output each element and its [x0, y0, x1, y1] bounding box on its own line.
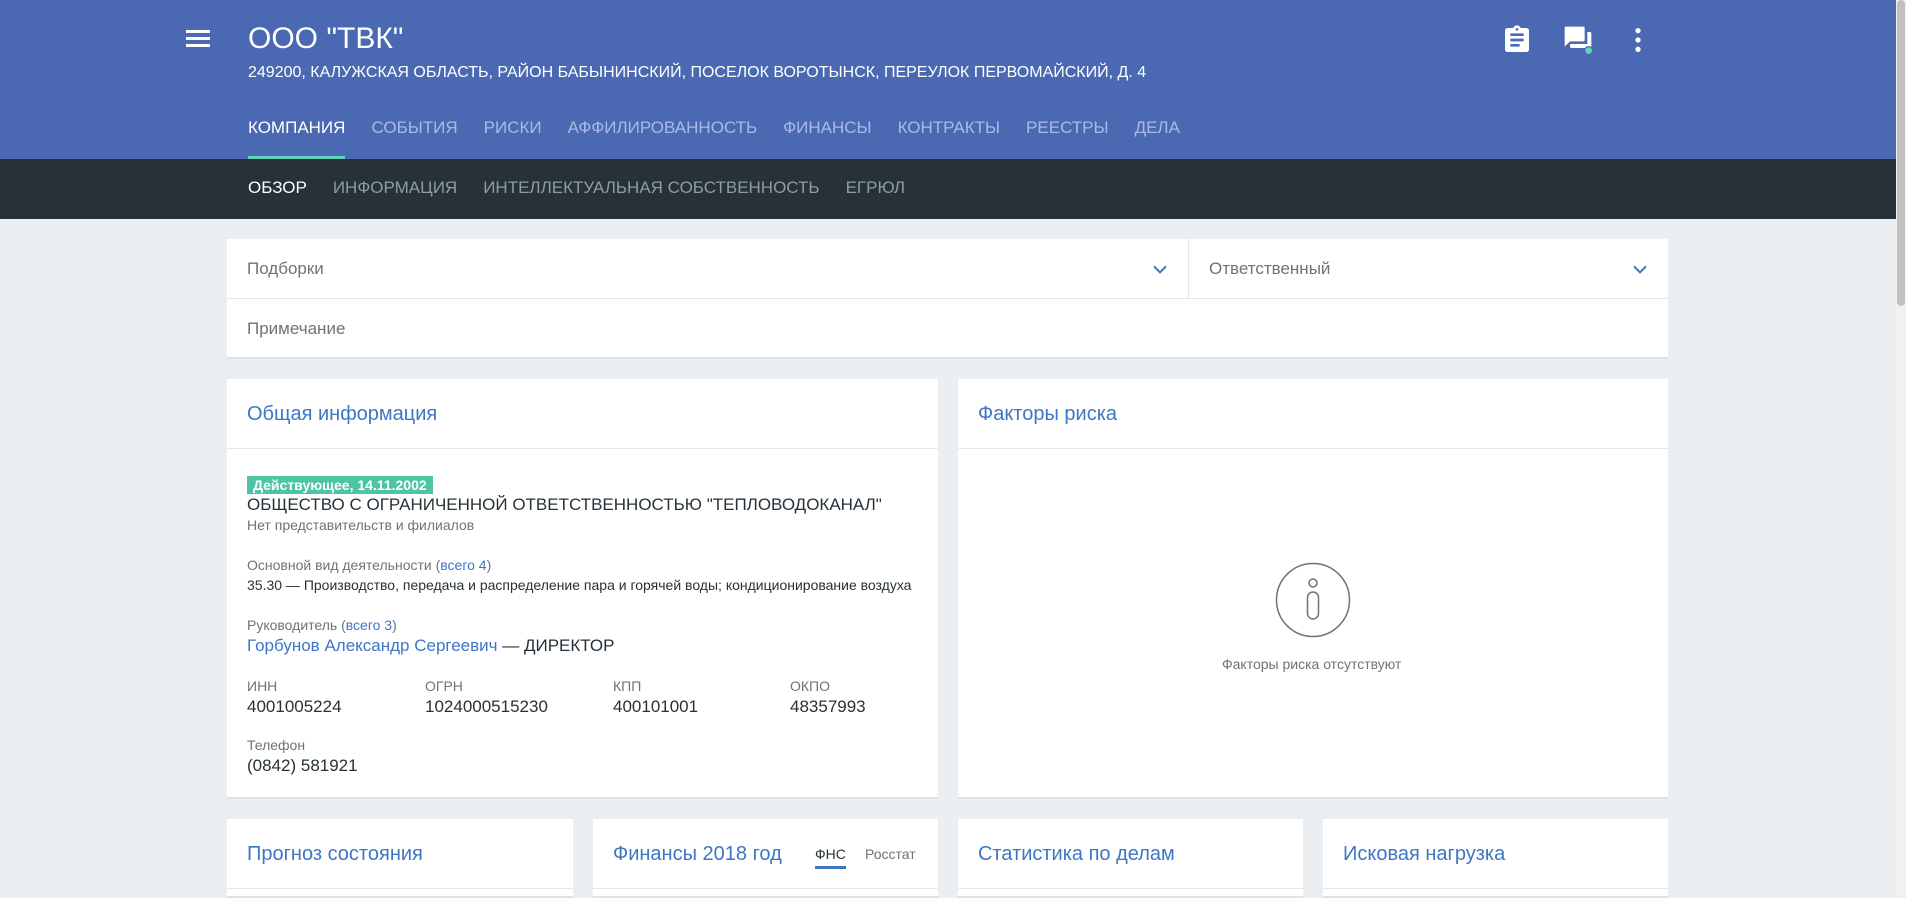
app-header: ООО "ТВК" 249200, КАЛУЖСКАЯ ОБЛАСТЬ, РАЙ… [0, 0, 1896, 159]
tab-events[interactable]: СОБЫТИЯ [371, 118, 457, 159]
kpp-value: 400101001 [613, 697, 699, 716]
company-title: ООО "ТВК" [248, 22, 404, 55]
phone-value: (0842) 581921 [247, 756, 358, 775]
tab-company[interactable]: КОМПАНИЯ [248, 118, 346, 159]
chevron-down-icon [1633, 265, 1647, 274]
ogrn-value: 1024000515230 [425, 697, 548, 716]
inn-label: ИНН [247, 678, 278, 694]
responsible-select[interactable]: Ответственный [1189, 239, 1668, 299]
chevron-down-icon [1153, 265, 1167, 274]
card-title: Общая информация [247, 403, 438, 425]
subtab-information[interactable]: ИНФОРМАЦИЯ [333, 178, 457, 198]
okpo-value: 48357993 [790, 697, 866, 716]
okpo-label: ОКПО [790, 678, 830, 694]
branches-text: Нет представительств и филиалов [247, 517, 475, 533]
head-all-link[interactable]: всего 3 [346, 617, 392, 633]
info-icon [1275, 562, 1351, 638]
menu-icon[interactable] [184, 27, 212, 51]
head-row: Горбунов Александр Сергеевич — ДИРЕКТОР [247, 636, 615, 655]
more-vert-icon[interactable] [1622, 24, 1654, 56]
sub-navigation: ОБЗОР ИНФОРМАЦИЯ ИНТЕЛЛЕКТУАЛЬНАЯ СОБСТВ… [0, 159, 1896, 219]
claims-load-card: Исковая нагрузка [1323, 819, 1668, 898]
note-field[interactable]: Примечание [247, 319, 345, 339]
status-badge: Действующее, 14.11.2002 [247, 476, 433, 494]
finance-card: Финансы 2018 год ФНС Росстат [593, 819, 938, 898]
card-title: Финансы 2018 год [613, 843, 782, 865]
tab-finance[interactable]: ФИНАНСЫ [783, 118, 871, 159]
collections-label: Подборки [247, 259, 324, 278]
finance-tab-rosstat[interactable]: Росстат [865, 846, 916, 862]
activity-value: 35.30 — Производство, передача и распред… [247, 577, 912, 593]
tab-cases[interactable]: ДЕЛА [1135, 118, 1180, 159]
activity-all-link[interactable]: всего 4 [440, 557, 486, 573]
card-title: Статистика по делам [978, 843, 1175, 865]
scrollbar-thumb[interactable] [1897, 0, 1905, 306]
cases-stats-card: Статистика по делам [958, 819, 1303, 898]
kpp-label: КПП [613, 678, 642, 694]
phone-label: Телефон [247, 737, 306, 753]
tab-affiliation[interactable]: АФФИЛИРОВАННОСТЬ [568, 118, 758, 159]
forecast-card: Прогноз состояния [227, 819, 573, 898]
subtab-intellectual-property[interactable]: ИНТЕЛЛЕКТУАЛЬНАЯ СОБСТВЕННОСТЬ [483, 178, 819, 198]
clipboard-icon[interactable] [1501, 24, 1533, 56]
company-address: 249200, КАЛУЖСКАЯ ОБЛАСТЬ, РАЙОН БАБЫНИН… [248, 64, 1147, 81]
subtab-overview[interactable]: ОБЗОР [248, 178, 307, 198]
finance-tab-fns[interactable]: ФНС [815, 846, 846, 869]
tab-risks[interactable]: РИСКИ [484, 118, 542, 159]
page-scrollbar[interactable] [1896, 0, 1906, 898]
activity-label: Основной вид деятельности (всего 4) [247, 557, 492, 573]
collections-select[interactable]: Подборки [227, 239, 1189, 299]
company-full-name: ОБЩЕСТВО С ОГРАНИЧЕННОЙ ОТВЕТСТВЕННОСТЬЮ… [247, 495, 882, 514]
tab-registries[interactable]: РЕЕСТРЫ [1026, 118, 1109, 159]
ogrn-label: ОГРН [425, 678, 463, 694]
tab-contracts[interactable]: КОНТРАКТЫ [898, 118, 1000, 159]
responsible-label: Ответственный [1209, 259, 1331, 278]
risk-empty-text: Факторы риска отсутствуют [1222, 656, 1402, 672]
head-label: Руководитель (всего 3) [247, 617, 397, 633]
filter-panel: Подборки Ответственный Примечание [227, 239, 1668, 359]
chat-icon[interactable] [1562, 24, 1594, 56]
inn-value: 4001005224 [247, 697, 342, 716]
card-title: Прогноз состояния [247, 843, 423, 865]
main-tabs: КОМПАНИЯ СОБЫТИЯ РИСКИ АФФИЛИРОВАННОСТЬ … [248, 118, 1206, 159]
card-title: Исковая нагрузка [1343, 843, 1506, 865]
card-title: Факторы риска [978, 403, 1118, 425]
subtab-egrul[interactable]: ЕГРЮЛ [846, 178, 905, 198]
head-name-link[interactable]: Горбунов Александр Сергеевич [247, 636, 498, 655]
